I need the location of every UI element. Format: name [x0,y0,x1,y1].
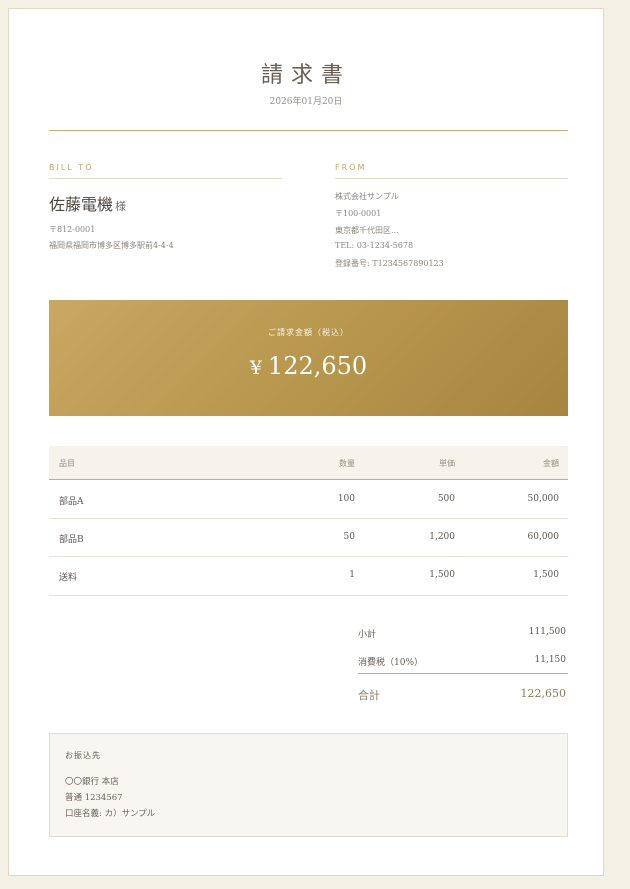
currency-symbol: ¥ [249,357,262,379]
amount-due-value: ¥122,650 [49,352,568,380]
col-item-header: 品目 [59,459,75,468]
client-address: 福岡県福岡市博多区博多駅前4-4-4 [49,241,174,250]
total-value: 122,650 [520,687,567,700]
client-honorific: 様 [115,200,127,213]
col-qty-header: 数量 [339,459,355,468]
row-3-unit-price: 1,500 [429,570,455,580]
subtotal-value: 111,500 [528,627,566,637]
amount-due-label: ご請求金額（税込） [268,328,349,337]
bank-name: 〇〇銀行 本店 [65,777,119,787]
invoice-date: 2026年01月20日 [269,97,343,107]
from-company: 株式会社サンプル [335,192,399,201]
from-postal: 〒100-0001 [335,209,382,218]
tax-label: 消費税（10%） [358,658,424,668]
table-header-divider [49,479,568,480]
from-tel: TEL: 03-1234-5678 [335,241,414,250]
tax-value: 11,150 [534,655,567,665]
bank-account: 普通 1234567 [65,793,123,803]
from-heading: FROM [335,163,367,172]
subtotal-label: 小計 [358,630,377,640]
row-1-amount: 50,000 [527,494,560,504]
row-divider [49,518,568,519]
bill-to-heading: BILL TO [49,163,94,172]
bank-info-box: お振込先 〇〇銀行 本店 普通 1234567 口座名義: カ）サンプル [49,733,568,837]
amount-due-number: 122,650 [267,352,368,380]
total-divider [358,673,568,674]
row-2-amount: 60,000 [527,532,560,542]
bank-holder: 口座名義: カ）サンプル [65,809,156,819]
row-2-item: 部品B [59,535,84,545]
title-divider [49,130,568,131]
from-divider [335,178,568,179]
bank-info-title: お振込先 [65,751,101,760]
bill-to-divider [49,178,282,179]
client-name: 佐藤電機様 [49,191,126,215]
from-address: 東京都千代田区... [335,226,399,235]
col-amount-header: 金額 [543,459,559,468]
invoice-sheet: 請求書 2026年01月20日 BILL TO 佐藤電機様 〒812-0001 … [8,8,604,876]
invoice-title: 請求書 [260,63,351,88]
client-postal: 〒812-0001 [49,225,96,234]
amount-due-box: ご請求金額（税込） ¥122,650 [49,300,568,416]
row-1-unit-price: 500 [437,494,455,504]
total-label: 合計 [358,689,380,702]
col-unit-price-header: 単価 [439,459,455,468]
row-1-item: 部品A [59,497,84,507]
row-1-qty: 100 [337,494,355,504]
client-name-text: 佐藤電機 [49,195,114,214]
row-3-item: 送料 [59,573,78,583]
row-3-amount: 1,500 [533,570,559,580]
row-divider [49,595,568,596]
from-registration: 登録番号: T1234567890123 [335,259,444,268]
row-divider [49,556,568,557]
row-3-qty: 1 [349,570,355,580]
row-2-unit-price: 1,200 [429,532,455,542]
row-2-qty: 50 [343,532,355,542]
